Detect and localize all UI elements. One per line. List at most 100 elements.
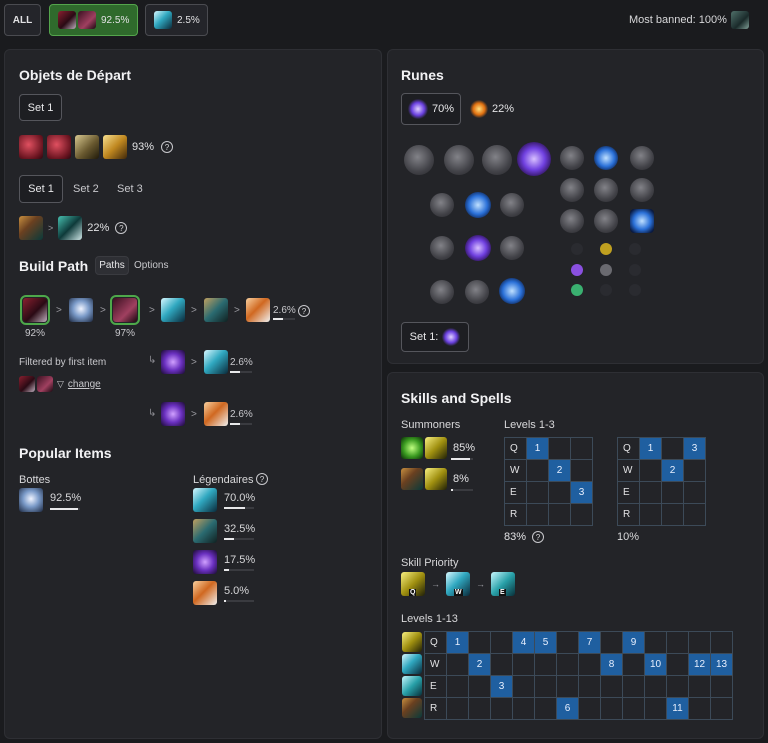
tab-set-1[interactable]: Set 1	[19, 175, 63, 203]
storm-blade-icon[interactable]	[193, 488, 217, 512]
rune-slot[interactable]	[465, 280, 489, 304]
shard-adaptive[interactable]	[571, 264, 583, 276]
legendary-pct: 17.5%	[224, 554, 256, 566]
tab-options[interactable]: Options	[134, 260, 168, 271]
help-icon[interactable]: ?	[298, 305, 310, 317]
rune-keystone[interactable]	[482, 145, 512, 175]
skill-r-icon	[402, 698, 422, 718]
rune-slot[interactable]	[430, 193, 454, 217]
rune-slot-selected[interactable]	[465, 235, 491, 261]
shard-mr[interactable]	[629, 284, 641, 296]
rune-secondary-selected[interactable]	[594, 146, 618, 170]
skill-cell	[666, 631, 689, 654]
skill-cell: 13	[710, 653, 733, 676]
rune-slot[interactable]	[500, 236, 524, 260]
rune-secondary[interactable]	[630, 146, 654, 170]
night-blade-icon[interactable]	[110, 295, 140, 325]
help-icon[interactable]: ?	[115, 222, 128, 234]
banned-champion-icon	[731, 11, 749, 29]
rune-secondary[interactable]	[560, 146, 584, 170]
rune-slot-selected[interactable]	[499, 278, 525, 304]
skill-cell: 2	[468, 653, 491, 676]
legendary-title: Légendaires	[193, 474, 254, 486]
shard-health[interactable]	[571, 284, 583, 296]
skill-cell	[622, 697, 645, 720]
skill-key-label: E	[424, 675, 447, 698]
help-icon[interactable]: ?	[161, 141, 174, 153]
starting-set-button[interactable]: Set 1	[19, 94, 62, 121]
skill-cell	[570, 503, 593, 526]
filter-icon: ▽	[57, 378, 64, 389]
rune-secondary-selected[interactable]	[630, 209, 654, 233]
skill-cell: 11	[666, 697, 689, 720]
rune-keystone[interactable]	[444, 145, 474, 175]
skill-cell	[666, 653, 689, 676]
rune-slot[interactable]	[430, 280, 454, 304]
boots-icon[interactable]	[69, 298, 93, 322]
shard-armor[interactable]	[600, 264, 612, 276]
guardian-angel-icon[interactable]	[193, 581, 217, 605]
cursed-blade-icon[interactable]	[20, 295, 50, 325]
branch-icon: ↳	[148, 408, 157, 419]
rune-secondary[interactable]	[594, 209, 618, 233]
skill-cell	[556, 653, 579, 676]
runes-title: Runes	[401, 67, 444, 83]
build-main-bar	[273, 318, 295, 320]
boots-icon[interactable]	[19, 488, 43, 512]
skill-key-label: W	[424, 653, 447, 676]
void-staff-icon[interactable]	[193, 550, 217, 574]
skill-cell	[468, 631, 491, 654]
storm-blade-icon[interactable]	[161, 298, 185, 322]
help-icon[interactable]: ?	[532, 531, 545, 543]
help-icon[interactable]: ?	[256, 473, 268, 485]
rune-secondary[interactable]	[560, 209, 584, 233]
rune-keystone[interactable]	[404, 145, 434, 175]
rune-secondary[interactable]	[560, 178, 584, 202]
skill-cell	[570, 437, 593, 460]
shard-mr[interactable]	[629, 264, 641, 276]
void-staff-icon[interactable]	[161, 350, 185, 374]
filter-item-combo-button[interactable]: 92.5%	[49, 4, 138, 36]
skill-cell	[710, 631, 733, 654]
rune-slot-selected[interactable]	[465, 192, 491, 218]
eel-blade-icon[interactable]	[204, 298, 228, 322]
filter-all-button[interactable]: ALL	[4, 4, 41, 36]
shard-haste[interactable]	[629, 243, 641, 255]
shard-attack-speed[interactable]	[600, 243, 612, 255]
skill-cell: 10	[644, 653, 667, 676]
rune-secondary[interactable]	[594, 178, 618, 202]
shard-adaptive[interactable]	[571, 243, 583, 255]
rune-secondary[interactable]	[630, 178, 654, 202]
change-link[interactable]: change	[68, 379, 101, 390]
guardian-angel-icon[interactable]	[246, 298, 270, 322]
skill-cell: 3	[683, 437, 706, 460]
tab-set-3[interactable]: Set 3	[117, 183, 143, 195]
tab-set-2[interactable]: Set 2	[73, 183, 99, 195]
rune-set-label: Set 1:	[409, 331, 439, 343]
shard-armor[interactable]	[600, 284, 612, 296]
rune-slot[interactable]	[430, 236, 454, 260]
skill-row-e: E	[617, 481, 706, 504]
storm-blade-icon[interactable]	[204, 350, 228, 374]
rune-set-button[interactable]: Set 1:	[401, 322, 469, 352]
skill-w-icon	[402, 654, 422, 674]
rune-page-2-pct: 22%	[492, 103, 515, 115]
void-staff-icon[interactable]	[161, 402, 185, 426]
rune-slot[interactable]	[500, 193, 524, 217]
pickaxe-icon	[58, 216, 83, 240]
rune-keystone-selected[interactable]	[517, 142, 551, 176]
skill-cell	[710, 675, 733, 698]
filter-item-button[interactable]: 2.5%	[145, 4, 208, 36]
heal-spell-icon	[401, 437, 423, 459]
rune-page-1-button[interactable]: 70%	[401, 93, 461, 125]
cursed-blade-icon	[58, 11, 76, 29]
rune-page-2-button[interactable]: 22%	[470, 100, 514, 118]
eel-blade-icon[interactable]	[193, 519, 217, 543]
skill-cell	[534, 675, 557, 698]
skill-row-e: E3	[424, 675, 733, 698]
guardian-angel-icon[interactable]	[204, 402, 228, 426]
tab-paths[interactable]: Paths	[95, 256, 129, 275]
boots-title: Bottes	[19, 474, 51, 486]
skill-w-icon: W	[446, 572, 470, 596]
skill-cell	[644, 631, 667, 654]
